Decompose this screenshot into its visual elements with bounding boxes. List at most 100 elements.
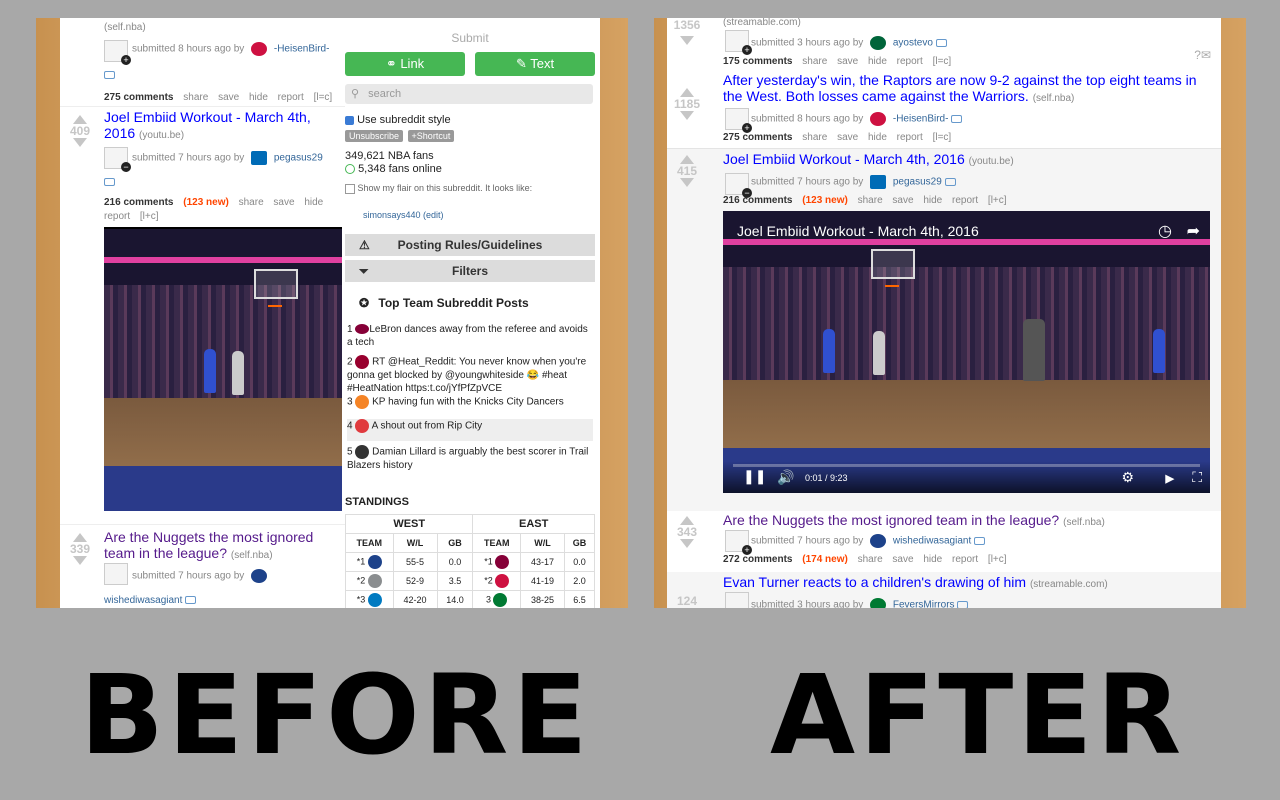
hide-link[interactable]: hide xyxy=(868,132,887,143)
fullscreen-icon[interactable]: ⛶ xyxy=(1192,469,1202,486)
post-author[interactable]: pegasus29 xyxy=(893,177,942,188)
top-post-item[interactable]: 5 Damian Lillard is arguably the best sc… xyxy=(347,445,593,473)
upvote-arrow-icon[interactable] xyxy=(680,88,694,97)
hide-link[interactable]: hide xyxy=(923,554,942,565)
downvote-arrow-icon[interactable] xyxy=(73,138,87,147)
volume-icon[interactable]: 🔊 xyxy=(777,469,794,486)
hide-link[interactable]: hide xyxy=(249,92,268,103)
report-link[interactable]: report xyxy=(897,132,923,143)
share-link[interactable]: share xyxy=(858,195,883,206)
post-domain[interactable]: (self.nba) xyxy=(231,550,273,561)
lc-link[interactable]: [l=c] xyxy=(933,56,952,67)
top-post-item[interactable]: 1 LeBron dances away from the referee an… xyxy=(347,323,593,349)
post-domain[interactable]: (youtu.be) xyxy=(969,156,1014,167)
flair-tag-icon[interactable] xyxy=(974,537,986,545)
report-link[interactable]: report xyxy=(952,195,978,206)
post-author[interactable]: pegasus29 xyxy=(274,153,323,164)
expanded-video-player[interactable]: Joel Embiid Workout - March 4th, 2016 ◷ … xyxy=(723,211,1210,493)
downvote-arrow-icon[interactable] xyxy=(73,556,87,565)
video-thumbnail[interactable] xyxy=(725,592,749,608)
use-style-checkbox[interactable] xyxy=(345,115,354,125)
post-author[interactable]: -HeisenBird- xyxy=(274,44,330,55)
pause-icon[interactable]: ❚❚ xyxy=(743,468,766,485)
save-link[interactable]: save xyxy=(218,92,239,103)
save-link[interactable]: save xyxy=(837,132,858,143)
save-link[interactable]: save xyxy=(892,195,913,206)
post-domain[interactable]: (self.nba) xyxy=(104,22,146,33)
upvote-arrow-icon[interactable] xyxy=(73,533,87,542)
share-link[interactable]: share xyxy=(239,197,264,208)
flair-tag-icon[interactable] xyxy=(104,70,115,81)
video-title[interactable]: Joel Embiid Workout - March 4th, 2016 xyxy=(737,223,979,239)
lc-link[interactable]: [l=c] xyxy=(314,92,333,103)
self-post-thumbnail[interactable] xyxy=(104,563,128,585)
flair-tag-icon[interactable] xyxy=(185,596,197,605)
self-post-thumbnail[interactable]: + xyxy=(104,40,131,65)
post-author[interactable]: ayostevo xyxy=(893,38,933,49)
use-style-row[interactable]: Use subreddit style xyxy=(345,114,451,126)
submit-link-button[interactable]: ⚭ Link xyxy=(345,52,465,76)
self-post-thumbnail[interactable]: + xyxy=(725,108,752,133)
hide-link[interactable]: hide xyxy=(923,195,942,206)
comments-link[interactable]: 216 comments xyxy=(104,197,173,208)
downvote-arrow-icon[interactable] xyxy=(680,36,694,45)
flair-username[interactable]: simonsays440 xyxy=(363,210,421,220)
lc-link[interactable]: [l=c] xyxy=(933,132,952,143)
flair-tag-icon[interactable] xyxy=(935,39,947,47)
save-link[interactable]: save xyxy=(837,56,858,67)
report-link[interactable]: report xyxy=(952,554,978,565)
flair-tag-icon[interactable] xyxy=(104,177,115,188)
save-link[interactable]: save xyxy=(273,197,294,208)
post-domain[interactable]: (self.nba) xyxy=(1033,93,1075,104)
report-link[interactable]: report xyxy=(897,56,923,67)
flair-tag-icon[interactable] xyxy=(951,115,963,123)
lc-link[interactable]: [l+c] xyxy=(988,195,1007,206)
post-domain[interactable]: (self.nba) xyxy=(1063,517,1105,528)
downvote-arrow-icon[interactable] xyxy=(680,178,694,187)
upvote-arrow-icon[interactable] xyxy=(680,516,694,525)
post-domain[interactable]: (streamable.com) xyxy=(1030,579,1108,590)
hide-link[interactable]: hide xyxy=(868,56,887,67)
post-title[interactable]: Are the Nuggets the most ignored team in… xyxy=(723,512,1213,531)
settings-gear-icon[interactable]: ⚙ xyxy=(1121,469,1134,486)
hide-link[interactable]: hide xyxy=(304,197,323,208)
post-domain[interactable]: (youtu.be) xyxy=(139,130,184,141)
comments-link[interactable]: 175 comments xyxy=(723,56,792,67)
post-author[interactable]: wishediwasagiant xyxy=(104,595,182,606)
self-post-thumbnail[interactable]: + xyxy=(725,530,752,555)
report-link[interactable]: report xyxy=(278,92,304,103)
shortcut-button[interactable]: +Shortcut xyxy=(407,130,455,142)
flair-tag-icon[interactable] xyxy=(957,601,969,608)
video-thumbnail[interactable]: − xyxy=(104,147,131,172)
lc-link[interactable]: [l+c] xyxy=(988,554,1007,565)
help-icon[interactable]: ?✉ xyxy=(1194,48,1211,62)
upvote-arrow-icon[interactable] xyxy=(680,155,694,164)
rules-bar[interactable]: ⚠ Posting Rules/Guidelines xyxy=(345,234,595,256)
save-link[interactable]: save xyxy=(892,554,913,565)
downvote-arrow-icon[interactable] xyxy=(680,111,694,120)
unsubscribe-button[interactable]: Unsubscribe xyxy=(345,130,404,142)
video-thumbnail[interactable]: − xyxy=(725,173,752,198)
top-post-item[interactable]: 4 A shout out from Rip City xyxy=(347,419,593,441)
filters-bar[interactable]: ⏷ Filters xyxy=(345,260,595,282)
share-link[interactable]: share xyxy=(802,56,827,67)
post-author[interactable]: -HeisenBird- xyxy=(893,114,949,125)
share-arrow-icon[interactable]: ➦ xyxy=(1187,221,1200,241)
edit-flair-link[interactable]: (edit) xyxy=(423,210,444,220)
share-link[interactable]: share xyxy=(183,92,208,103)
youtube-logo-icon[interactable]: ▶ xyxy=(1166,472,1174,485)
flair-tag-icon[interactable] xyxy=(944,178,956,186)
lc-link[interactable]: [l+c] xyxy=(140,211,159,222)
report-link[interactable]: report xyxy=(104,211,130,222)
post-title[interactable]: Are the Nuggets the most ignored team in… xyxy=(104,529,339,564)
post-title[interactable]: Joel Embiid Workout - March 4th, 2016 (y… xyxy=(104,109,339,144)
comments-link[interactable]: 275 comments xyxy=(104,92,173,103)
top-post-item[interactable]: 2 RT @Heat_Reddit: You never know when y… xyxy=(347,355,593,395)
post-domain[interactable]: (streamable.com) xyxy=(723,18,801,28)
post-title[interactable]: Joel Embiid Workout - March 4th, 2016 (y… xyxy=(723,151,1213,170)
video-thumbnail[interactable]: + xyxy=(725,30,752,55)
top-post-item[interactable]: 3 KP having fun with the Knicks City Dan… xyxy=(347,395,593,419)
search-input[interactable]: ⚲ search xyxy=(345,84,593,104)
post-title[interactable]: Evan Turner reacts to a children's drawi… xyxy=(723,574,1213,593)
watch-later-icon[interactable]: ◷ xyxy=(1158,221,1172,241)
